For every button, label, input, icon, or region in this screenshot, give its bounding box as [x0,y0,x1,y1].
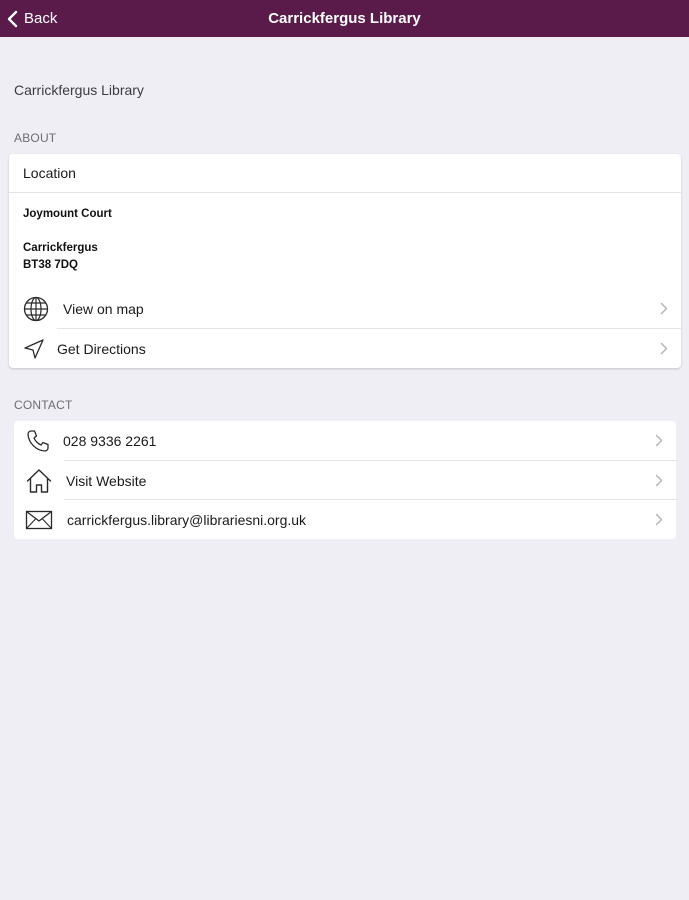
address-street: Joymount Court [23,208,112,220]
location-header: Location [9,154,681,193]
email-row[interactable]: carrickfergus.library@librariesni.org.uk [14,500,676,539]
address-town: Carrickfergus [23,242,98,254]
chevron-right-icon [660,302,668,315]
navigation-arrow-icon [19,334,49,364]
library-name-heading: Carrickfergus Library [14,82,144,98]
email-address-label: carrickfergus.library@librariesni.org.uk [67,511,307,528]
back-button[interactable]: Back [6,0,57,37]
address-postcode: BT38 7DQ [23,259,78,271]
contact-card: 028 9336 2261 Visit Website carrickfergu… [14,421,676,539]
contact-section-label: CONTACT [14,398,73,412]
get-directions-label: Get Directions [57,340,146,357]
chevron-right-icon [655,434,663,447]
house-icon [24,466,54,496]
back-button-label: Back [24,10,58,27]
phone-row[interactable]: 028 9336 2261 [14,421,676,460]
visit-website-row[interactable]: Visit Website [14,461,676,500]
view-on-map-row[interactable]: View on map [9,289,681,328]
phone-icon [23,426,53,456]
get-directions-row[interactable]: Get Directions [9,329,681,368]
page-title: Carrickfergus Library [268,10,421,27]
navigation-bar: Back Carrickfergus Library [0,0,689,37]
chevron-right-icon [655,474,663,487]
phone-number-label: 028 9336 2261 [63,432,157,449]
chevron-left-icon [6,10,18,28]
about-card: Location Joymount Court Carrickfergus BT… [9,154,681,368]
chevron-right-icon [660,342,668,355]
visit-website-label: Visit Website [66,472,147,489]
about-section-label: ABOUT [14,131,57,145]
globe-icon [21,294,51,324]
envelope-icon [24,505,54,535]
chevron-right-icon [655,513,663,526]
view-on-map-label: View on map [63,300,144,317]
